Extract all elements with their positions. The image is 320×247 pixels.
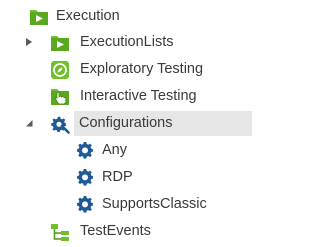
tree-item-exploratory-testing[interactable]: Exploratory Testing	[0, 57, 256, 82]
play-folder-icon	[29, 7, 49, 27]
tree-item-label: Any	[102, 142, 127, 158]
gear-icon	[75, 141, 95, 161]
events-tree-icon	[50, 222, 70, 242]
expand-arrow-icon[interactable]	[23, 36, 35, 48]
tree-item-label: TestEvents	[80, 223, 151, 239]
tree-item-configurations[interactable]: Configurations	[0, 111, 256, 136]
gear-icon	[75, 195, 95, 215]
tree-item-label: SupportsClassic	[102, 196, 207, 212]
tree-item-test-events[interactable]: TestEvents	[0, 219, 256, 244]
tree-item-label: RDP	[102, 169, 133, 185]
gear-wrench-icon	[50, 114, 70, 134]
tree-item-label: Configurations	[79, 115, 173, 131]
collapse-arrow-icon[interactable]	[23, 117, 35, 129]
tree-item-label: Interactive Testing	[80, 88, 197, 104]
tree-item-config-rdp[interactable]: RDP	[0, 165, 256, 190]
tree-item-config-any[interactable]: Any	[0, 138, 256, 163]
tree-item-execution-lists[interactable]: ExecutionLists	[0, 30, 256, 55]
tree-item-label: Execution	[56, 8, 120, 24]
tree-item-interactive-testing[interactable]: Interactive Testing	[0, 84, 256, 109]
hand-cursor-icon	[50, 87, 70, 107]
compass-icon	[50, 60, 70, 80]
tree-item-label: ExecutionLists	[80, 34, 174, 50]
tree-item-label: Exploratory Testing	[80, 61, 204, 77]
play-folder-icon	[50, 33, 70, 53]
gear-icon	[75, 168, 95, 188]
tree-item-config-supports-classic[interactable]: SupportsClassic	[0, 192, 256, 217]
tree-item-execution[interactable]: Execution	[0, 4, 256, 29]
